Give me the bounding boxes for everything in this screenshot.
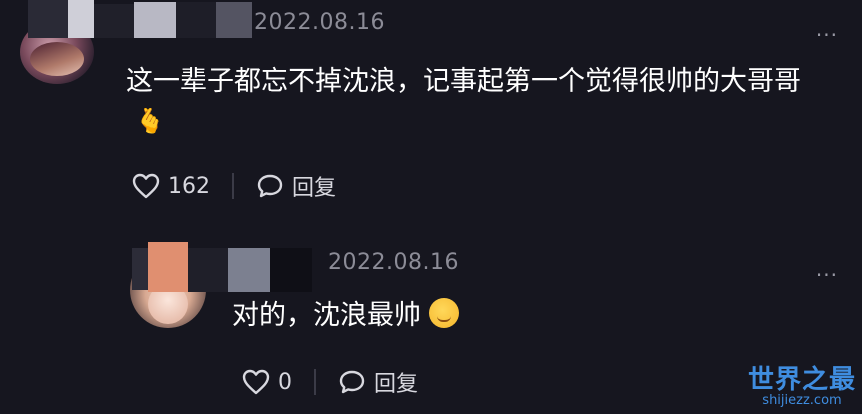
comment-bubble-icon bbox=[256, 173, 284, 199]
reply-item: 2022.08.16 ··· 对的，沈浪最帅 0 回复 bbox=[0, 232, 862, 414]
heart-outline-icon bbox=[132, 173, 160, 199]
smirk-emoji-icon bbox=[429, 298, 459, 328]
like-count: 162 bbox=[168, 173, 210, 199]
comment-text: 这一辈子都忘不掉沈浪，记事起第一个觉得很帅的大哥哥 bbox=[126, 66, 801, 97]
watermark: 世界之最 shijiezz.com bbox=[748, 366, 856, 408]
watermark-url: shijiezz.com bbox=[762, 393, 842, 408]
reply-button[interactable]: 回复 bbox=[256, 170, 336, 202]
like-button[interactable]: 162 bbox=[132, 173, 210, 199]
more-dots-icon[interactable]: ··· bbox=[816, 265, 838, 285]
like-count: 0 bbox=[278, 369, 292, 395]
comment-text: 对的，沈浪最帅 bbox=[232, 296, 459, 336]
reply-label: 回复 bbox=[374, 372, 419, 397]
reply-label: 回复 bbox=[292, 176, 337, 201]
heart-hands-emoji: 🫰 bbox=[135, 107, 165, 135]
username-blurred[interactable] bbox=[132, 242, 312, 292]
comment-text-body: 对的，沈浪最帅 bbox=[232, 300, 421, 331]
comment-bubble-icon bbox=[338, 369, 366, 395]
avatar-image bbox=[30, 42, 84, 76]
comment-actions: 0 回复 bbox=[242, 366, 418, 398]
comment-item: 2022.08.16 ··· 这一辈子都忘不掉沈浪，记事起第一个觉得很帅的大哥哥… bbox=[0, 0, 862, 230]
divider bbox=[232, 173, 234, 199]
more-dots-icon[interactable]: ··· bbox=[816, 25, 838, 45]
heart-outline-icon bbox=[242, 369, 270, 395]
username-blurred[interactable] bbox=[28, 0, 252, 42]
like-button[interactable]: 0 bbox=[242, 369, 292, 395]
comment-date: 2022.08.16 bbox=[328, 250, 459, 275]
divider bbox=[314, 369, 316, 395]
reply-button[interactable]: 回复 bbox=[338, 366, 418, 398]
comment-actions: 162 回复 bbox=[132, 170, 336, 202]
comment-date: 2022.08.16 bbox=[254, 10, 385, 35]
watermark-title: 世界之最 bbox=[747, 365, 856, 395]
